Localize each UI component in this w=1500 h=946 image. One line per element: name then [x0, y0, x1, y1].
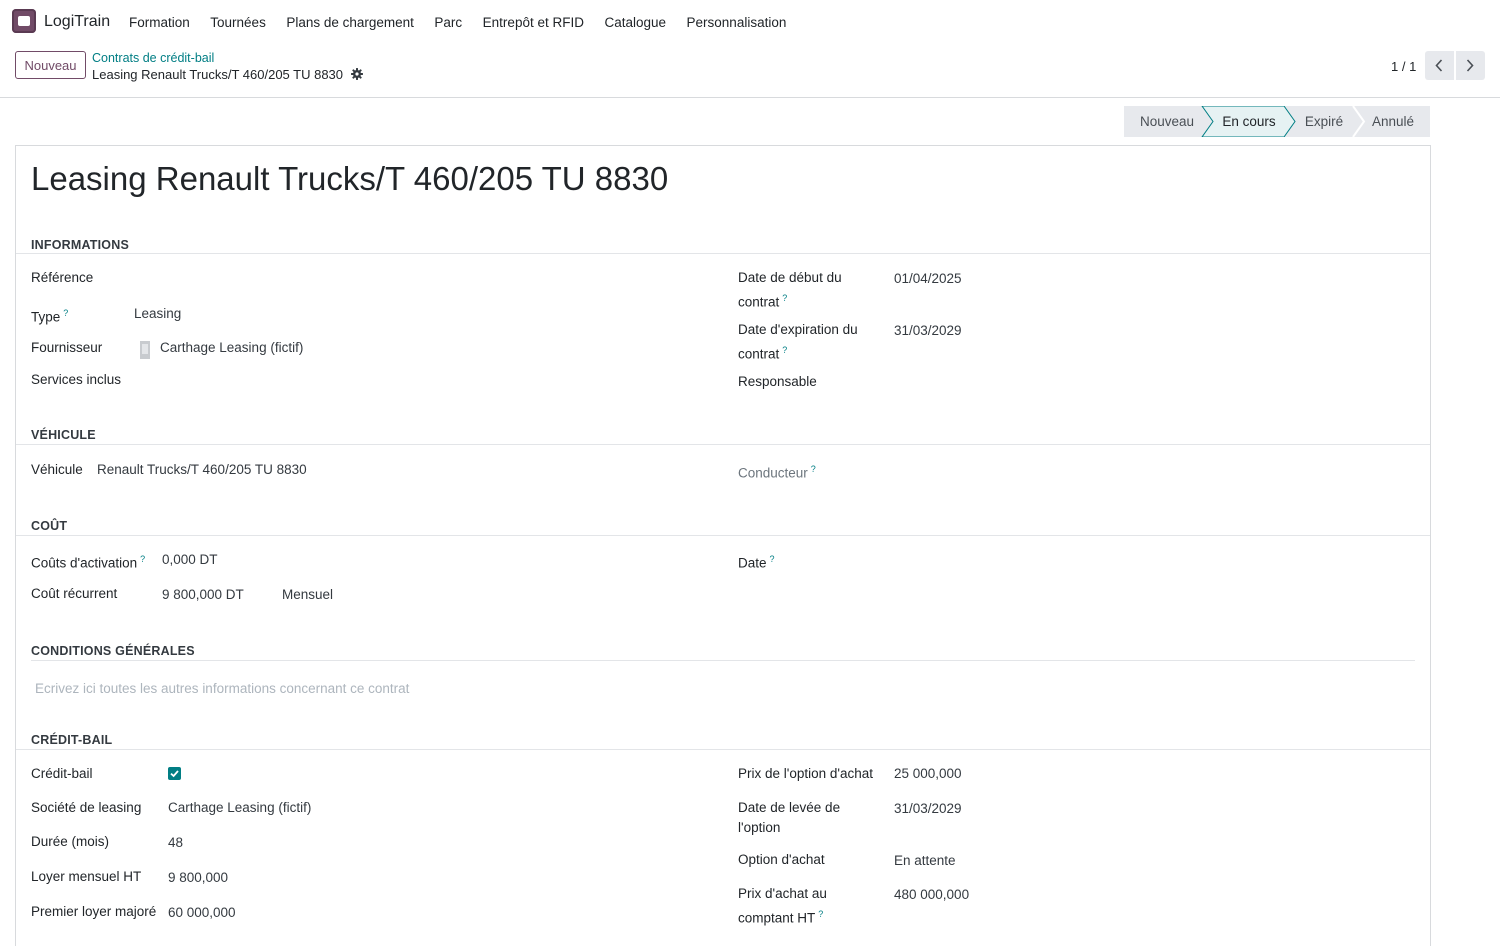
conducteur-label: Conducteur? [738, 459, 816, 484]
help-icon[interactable]: ? [818, 909, 823, 919]
date-label: Date? [738, 549, 775, 574]
section-cout: COÛT [31, 519, 68, 533]
reference-label: Référence [31, 270, 94, 285]
premier-loyer-value[interactable]: 60 000,000 [168, 903, 236, 923]
main-menu: Formation Tournées Plans de chargement P… [129, 15, 807, 30]
status-bar: Nouveau En cours Expiré Annulé [1124, 106, 1430, 137]
section-separator [16, 253, 1430, 254]
menu-item-parc[interactable]: Parc [434, 15, 462, 30]
type-label: Type? [31, 303, 68, 328]
date-expiration-label: Date d'expiration du contrat? [738, 320, 858, 365]
section-credit-bail: CRÉDIT-BAIL [31, 733, 113, 747]
responsable-label: Responsable [738, 374, 817, 389]
menu-item-catalogue[interactable]: Catalogue [604, 15, 666, 30]
prix-comptant-label-line1: Prix d'achat au [738, 886, 827, 901]
premier-loyer-label: Premier loyer majoré [31, 904, 157, 919]
duree-value[interactable]: 48 [168, 833, 183, 853]
menu-item-plans-chargement[interactable]: Plans de chargement [286, 15, 414, 30]
couts-activation-label-text: Coûts d'activation [31, 555, 138, 571]
cout-recurrent-value[interactable]: 9 800,000 DT [162, 585, 244, 605]
prix-comptant-label-line2: comptant HT [738, 910, 816, 926]
date-debut-label: Date de début du contrat? [738, 268, 842, 313]
pager-value[interactable]: 1 / 1 [1391, 59, 1416, 74]
pager-previous-button[interactable] [1425, 51, 1454, 80]
type-label-text: Type [31, 309, 61, 325]
credit-bail-checkbox[interactable] [168, 767, 181, 780]
date-debut-label-line1: Date de début du [738, 270, 842, 285]
section-vehicule: VÉHICULE [31, 428, 96, 442]
breadcrumb-parent[interactable]: Contrats de crédit-bail [92, 51, 214, 65]
cout-recurrent-label: Coût récurrent [31, 586, 118, 601]
help-icon[interactable]: ? [782, 345, 787, 355]
couts-activation-label: Coûts d'activation? [31, 549, 145, 574]
checkmark-icon [170, 770, 179, 778]
form-sheet: Leasing Renault Trucks/T 460/205 TU 8830… [15, 145, 1431, 946]
date-levee-value[interactable]: 31/03/2029 [894, 799, 962, 819]
section-separator [16, 535, 1430, 536]
section-separator [16, 444, 1430, 445]
menu-item-formation[interactable]: Formation [129, 15, 190, 30]
section-separator [31, 660, 1415, 661]
chevron-right-icon [1466, 59, 1474, 72]
chevron-left-icon [1435, 59, 1443, 72]
pager-next-button[interactable] [1456, 51, 1485, 80]
date-exp-label-line1: Date d'expiration du [738, 322, 858, 337]
date-exp-label-line2: contrat [738, 346, 780, 362]
couts-activation-value[interactable]: 0,000 DT [162, 550, 218, 570]
section-separator [16, 749, 1430, 750]
type-value[interactable]: Leasing [134, 304, 181, 324]
new-button[interactable]: Nouveau [15, 51, 86, 79]
status-stage-expire[interactable]: Expiré [1294, 106, 1354, 137]
date-debut-label-line2: contrat [738, 294, 780, 310]
control-panel: Nouveau Contrats de crédit-bail Leasing … [0, 44, 1500, 98]
cout-recurrent-period[interactable]: Mensuel [282, 585, 333, 605]
status-stage-nouveau[interactable]: Nouveau [1124, 106, 1210, 137]
conducteur-label-text: Conducteur [738, 465, 808, 481]
conditions-textarea[interactable]: Ecrivez ici toutes les autres informatio… [35, 681, 409, 696]
credit-bail-label: Crédit-bail [31, 766, 93, 781]
help-icon[interactable]: ? [140, 554, 145, 564]
societe-leasing-value[interactable]: Carthage Leasing (fictif) [168, 798, 311, 818]
loyer-mensuel-value[interactable]: 9 800,000 [168, 868, 228, 888]
fournisseur-label: Fournisseur [31, 340, 103, 355]
app-name[interactable]: LogiTrain [44, 13, 110, 31]
record-title[interactable]: Leasing Renault Trucks/T 460/205 TU 8830 [31, 160, 668, 198]
services-label: Services inclus [31, 372, 122, 387]
status-stage-en-cours[interactable]: En cours [1210, 106, 1288, 137]
prix-option-label: Prix de l'option d'achat [738, 766, 873, 781]
top-navbar: LogiTrain Formation Tournées Plans de ch… [0, 0, 1500, 44]
option-achat-value[interactable]: En attente [894, 851, 956, 871]
societe-leasing-label: Société de leasing [31, 800, 142, 815]
fournisseur-value[interactable]: Carthage Leasing (fictif) [160, 338, 303, 358]
section-conditions: CONDITIONS GÉNÉRALES [31, 644, 195, 658]
loyer-mensuel-label: Loyer mensuel HT [31, 869, 142, 884]
vehicule-label: Véhicule [31, 462, 83, 477]
help-icon[interactable]: ? [811, 464, 816, 474]
prix-option-value[interactable]: 25 000,000 [894, 764, 962, 784]
help-icon[interactable]: ? [63, 308, 68, 318]
gear-icon[interactable] [351, 68, 363, 80]
date-label-text: Date [738, 555, 767, 571]
prix-comptant-value[interactable]: 480 000,000 [894, 885, 969, 905]
app-logo-icon[interactable] [12, 9, 36, 33]
section-informations: INFORMATIONS [31, 238, 129, 252]
breadcrumb-current: Leasing Renault Trucks/T 460/205 TU 8830 [92, 67, 344, 82]
date-levee-label: Date de levée de l'option [738, 798, 840, 838]
building-icon [140, 341, 150, 359]
date-levee-label-line1: Date de levée de [738, 800, 841, 815]
vehicule-value[interactable]: Renault Trucks/T 460/205 TU 8830 [97, 460, 307, 480]
menu-item-tournees[interactable]: Tournées [210, 15, 266, 30]
help-icon[interactable]: ? [782, 293, 787, 303]
date-debut-value[interactable]: 01/04/2025 [894, 269, 962, 289]
help-icon[interactable]: ? [770, 554, 775, 564]
option-achat-label: Option d'achat [738, 852, 825, 867]
duree-label: Durée (mois) [31, 834, 110, 849]
menu-item-entrepot-rfid[interactable]: Entrepôt et RFID [483, 15, 584, 30]
date-expiration-value[interactable]: 31/03/2029 [894, 321, 962, 341]
prix-comptant-label: Prix d'achat au comptant HT? [738, 884, 827, 929]
menu-item-personnalisation[interactable]: Personnalisation [687, 15, 787, 30]
status-stage-annule[interactable]: Annulé [1362, 106, 1424, 137]
date-levee-label-line2: l'option [738, 820, 781, 835]
